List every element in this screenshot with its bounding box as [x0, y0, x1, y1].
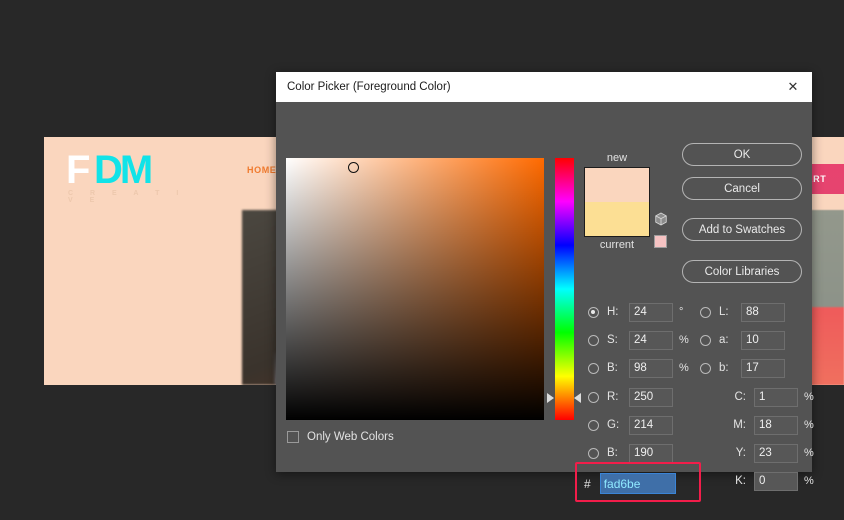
dialog-body: Only Web Colors new current OK Cancel Ad…	[276, 102, 814, 502]
input-blue[interactable]	[629, 443, 673, 463]
hex-input[interactable]	[599, 473, 676, 494]
radio-lightness[interactable]	[700, 306, 711, 318]
new-color-swatch[interactable]	[585, 168, 649, 202]
label-red: R:	[607, 391, 619, 403]
logo-letters-dm: DM	[94, 148, 153, 192]
unit-magenta: %	[804, 419, 814, 431]
input-black[interactable]	[754, 471, 798, 491]
unit-brightness: %	[679, 362, 689, 374]
label-saturation: S:	[607, 334, 618, 346]
label-blue: B:	[607, 447, 618, 459]
unit-black: %	[804, 475, 814, 487]
field-row-lab-a: a:	[700, 330, 785, 350]
hue-slider-handle-right[interactable]	[574, 393, 581, 403]
dialog-title: Color Picker (Foreground Color)	[287, 81, 451, 93]
label-hue: H:	[607, 306, 619, 318]
hex-hash-label: #	[584, 476, 591, 491]
field-row-red: R:	[588, 387, 673, 407]
web-safe-color-swatch[interactable]	[654, 235, 667, 248]
input-red[interactable]	[629, 387, 673, 407]
cancel-button[interactable]: Cancel	[682, 177, 802, 200]
current-color-swatch[interactable]	[585, 202, 649, 236]
radio-lab-a[interactable]	[700, 334, 711, 346]
label-yellow: Y:	[735, 447, 746, 459]
color-libraries-button[interactable]: Color Libraries	[682, 260, 802, 283]
input-cyan[interactable]	[754, 387, 798, 407]
input-yellow[interactable]	[754, 443, 798, 463]
hue-slider[interactable]	[555, 158, 574, 420]
radio-brightness[interactable]	[588, 362, 599, 374]
web-safe-warning-group[interactable]	[654, 212, 668, 248]
color-picker-dialog: Color Picker (Foreground Color) ✕ Only W…	[276, 72, 814, 502]
label-lab-b: b:	[719, 362, 729, 374]
input-magenta[interactable]	[754, 415, 798, 435]
field-row-magenta: M: %	[716, 415, 814, 435]
cube-icon[interactable]	[654, 212, 668, 226]
only-web-colors-checkbox[interactable]	[287, 431, 299, 443]
label-black: K:	[735, 475, 746, 487]
radio-lab-b[interactable]	[700, 362, 711, 374]
field-row-lab-b: b:	[700, 358, 785, 378]
unit-yellow: %	[804, 447, 814, 459]
radio-hue[interactable]	[588, 306, 599, 318]
field-row-green: G:	[588, 415, 673, 435]
add-to-swatches-button[interactable]: Add to Swatches	[682, 218, 802, 241]
unit-hue: °	[679, 306, 684, 318]
ok-button[interactable]: OK	[682, 143, 802, 166]
radio-saturation[interactable]	[588, 334, 599, 346]
close-icon[interactable]: ✕	[782, 76, 804, 98]
current-color-label: current	[599, 239, 635, 251]
logo-letter-f: F	[66, 148, 90, 192]
label-lab-a: a:	[719, 334, 729, 346]
input-lab-a[interactable]	[741, 330, 785, 350]
new-color-label: new	[606, 152, 628, 164]
input-lightness[interactable]	[741, 302, 785, 322]
input-green[interactable]	[629, 415, 673, 435]
color-field-marker	[348, 162, 359, 173]
field-row-cyan: C: %	[716, 387, 814, 407]
input-hue[interactable]	[629, 302, 673, 322]
unit-saturation: %	[679, 334, 689, 346]
label-lightness: L:	[719, 306, 729, 318]
color-preview-swatch[interactable]	[584, 167, 650, 237]
only-web-colors-row[interactable]: Only Web Colors	[287, 431, 394, 443]
field-row-black: K: %	[716, 471, 814, 491]
dialog-titlebar: Color Picker (Foreground Color) ✕	[276, 72, 812, 102]
label-magenta: M:	[733, 419, 746, 431]
radio-red[interactable]	[588, 391, 599, 403]
radio-blue[interactable]	[588, 447, 599, 459]
field-row-yellow: Y: %	[716, 443, 814, 463]
nav-item-home[interactable]: HOME	[247, 165, 276, 175]
site-logo[interactable]: F DM C R E A T I V E	[66, 148, 186, 204]
label-cyan: C:	[734, 391, 747, 403]
field-row-blue: B:	[588, 443, 673, 463]
radio-green[interactable]	[588, 419, 599, 431]
hex-row: #	[584, 473, 676, 494]
color-preview: new current	[581, 152, 653, 251]
label-brightness: B:	[607, 362, 618, 374]
label-green: G:	[607, 419, 620, 431]
input-brightness[interactable]	[629, 358, 673, 378]
input-saturation[interactable]	[629, 330, 673, 350]
unit-cyan: %	[804, 391, 814, 403]
input-lab-b[interactable]	[741, 358, 785, 378]
field-row-lightness: L:	[700, 302, 785, 322]
hue-slider-handle-left[interactable]	[547, 393, 554, 403]
logo-subtitle: C R E A T I V E	[68, 190, 186, 204]
saturation-brightness-field[interactable]	[286, 158, 544, 420]
field-row-hue: H: °	[588, 302, 683, 322]
field-row-brightness: B: %	[588, 358, 689, 378]
field-row-saturation: S: %	[588, 330, 689, 350]
only-web-colors-label: Only Web Colors	[307, 431, 394, 443]
